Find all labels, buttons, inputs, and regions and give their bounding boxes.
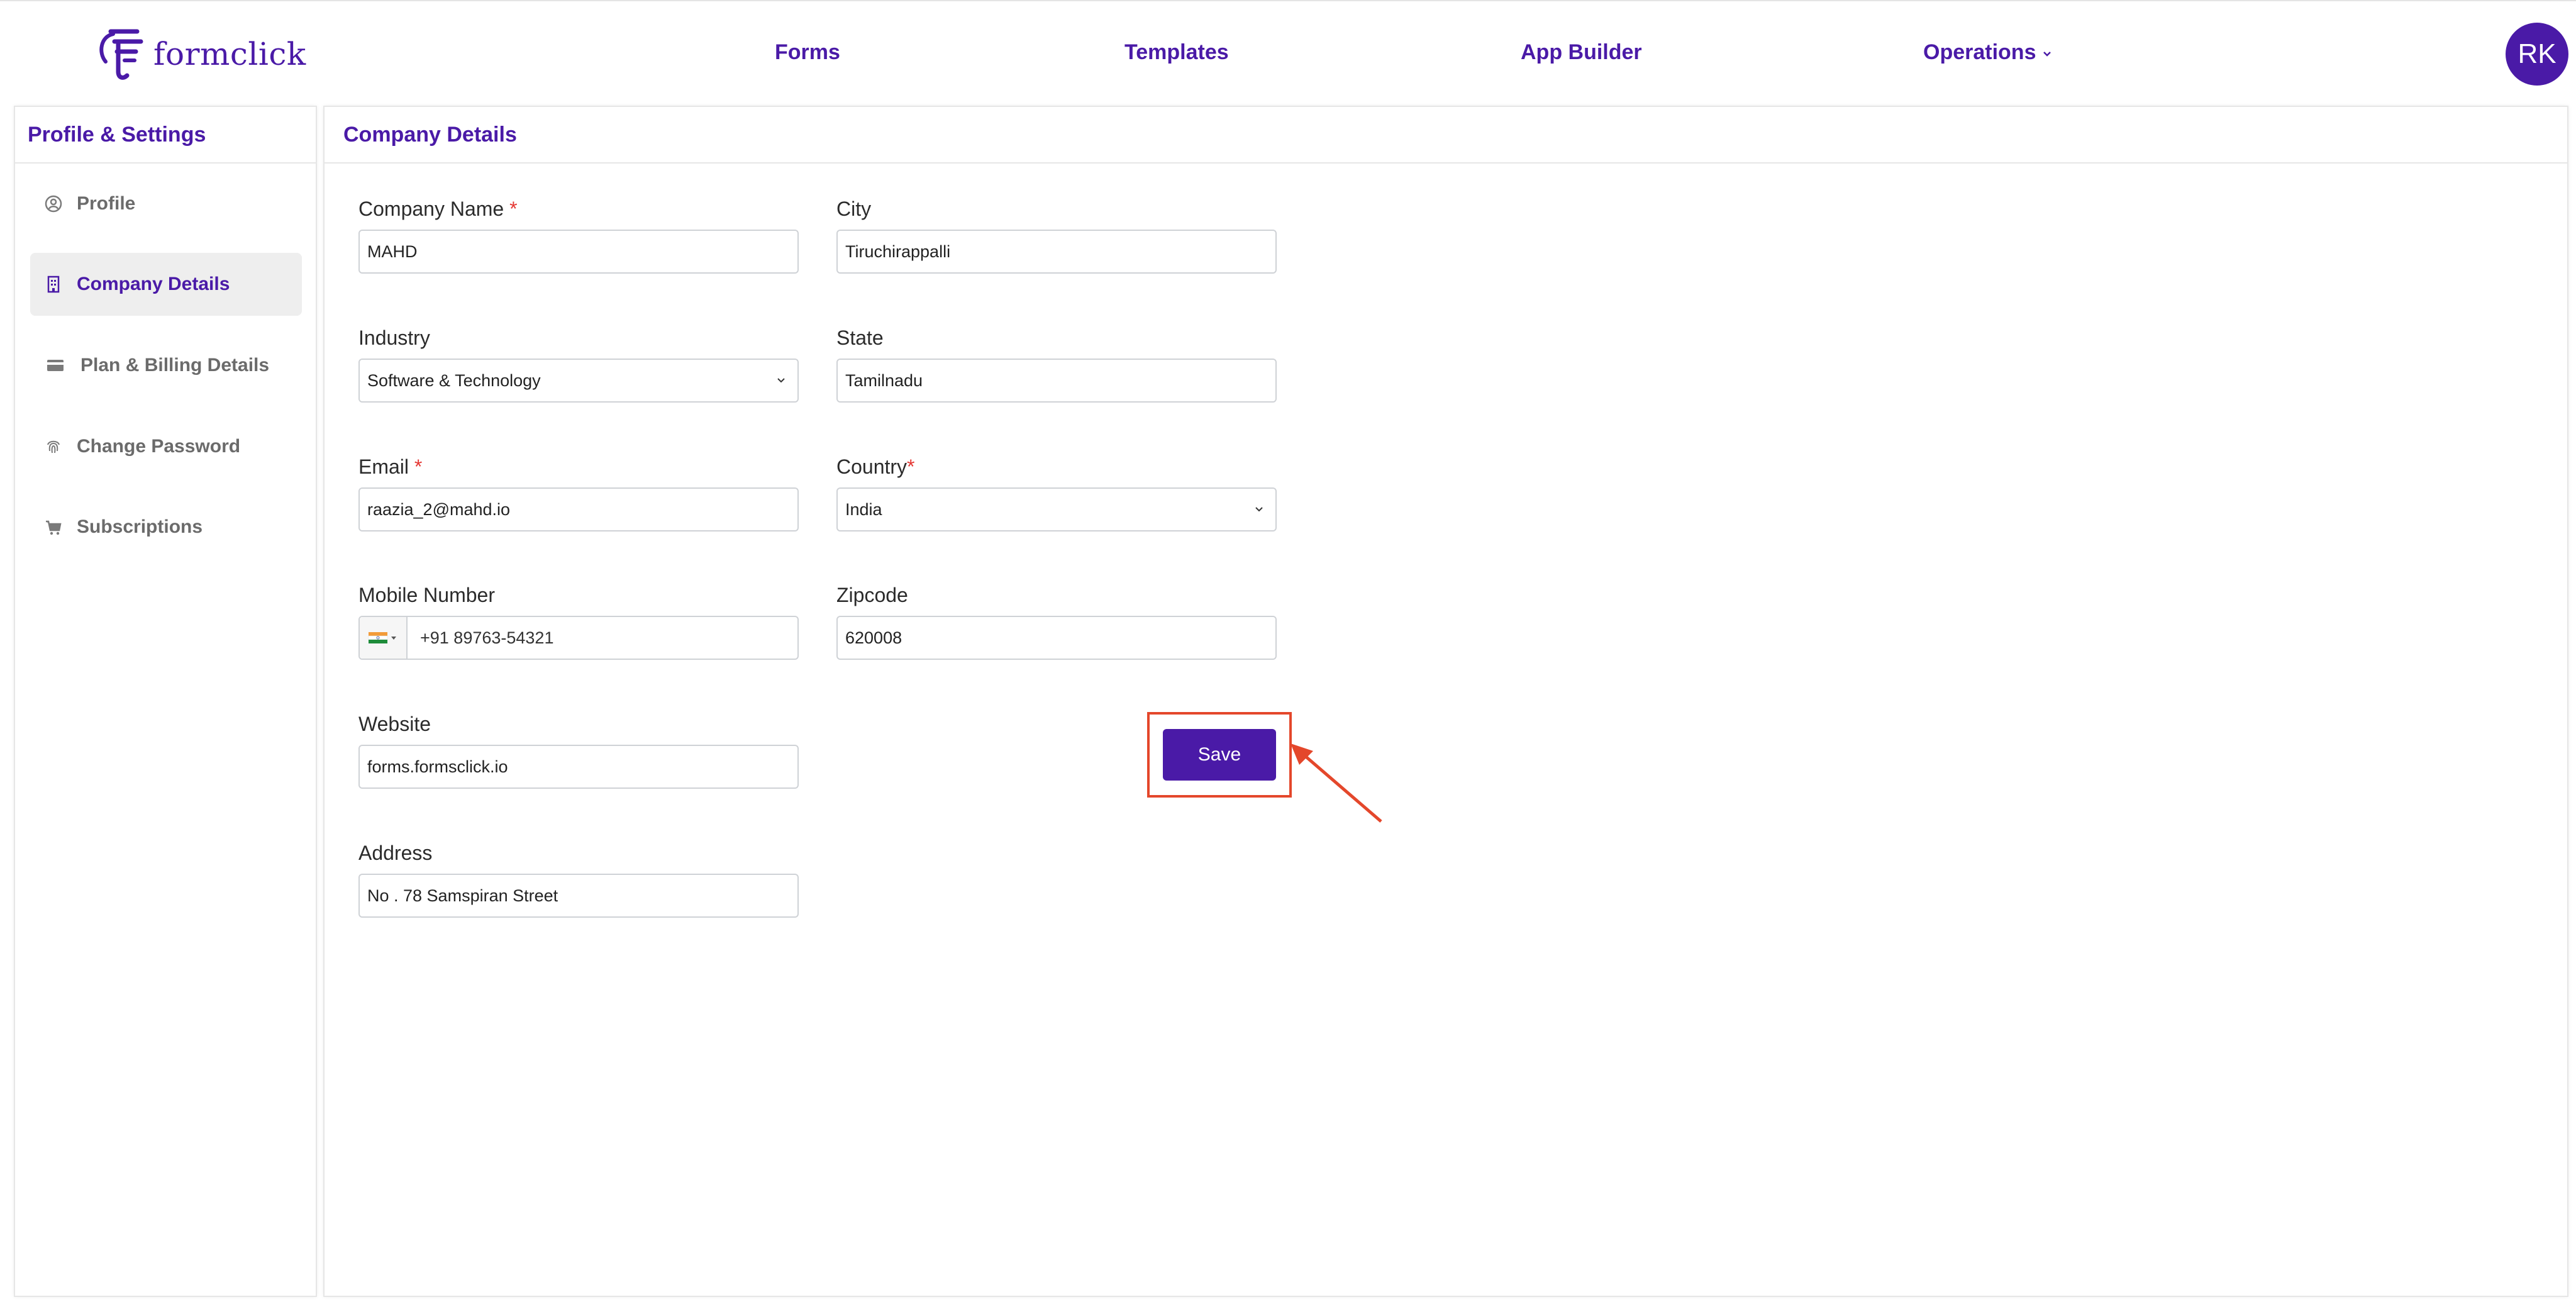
country-code-selector[interactable] [360, 617, 408, 659]
company-details-panel: Company Details Company Name * MAHD Indu… [323, 106, 2568, 1297]
company-name-field: Company Name * MAHD [358, 198, 799, 274]
formclick-logo[interactable]: formclick [96, 24, 306, 84]
website-input[interactable]: forms.formsclick.io [358, 745, 799, 789]
website-label: Website [358, 713, 431, 735]
sidebar-item-subscriptions[interactable]: Subscriptions [30, 496, 302, 559]
zipcode-field: Zipcode 620008 [836, 584, 1277, 660]
industry-value: Software & Technology [367, 370, 541, 390]
credit-card-icon [47, 360, 64, 371]
india-flag-icon [368, 632, 396, 643]
top-header: formclick Forms Templates App Builder Op… [0, 0, 2576, 104]
sidebar-title: Profile & Settings [15, 107, 316, 164]
industry-select[interactable]: Software & Technology [358, 359, 799, 403]
required-mark: * [907, 455, 915, 478]
fingerprint-icon [47, 440, 60, 453]
chevron-down-icon [777, 378, 785, 383]
state-label: State [836, 326, 884, 349]
industry-field: Industry Software & Technology [358, 326, 799, 403]
chevron-down-icon [1255, 507, 1263, 512]
address-input[interactable]: No . 78 Samspiran Street [358, 874, 799, 918]
city-label: City [836, 198, 872, 220]
required-mark: * [509, 198, 518, 220]
user-avatar[interactable]: RK [2506, 23, 2568, 86]
label-text: Country [836, 455, 908, 478]
sidebar-item-company-details[interactable]: Company Details [30, 253, 302, 316]
sidebar-item-label: Subscriptions [77, 516, 203, 537]
save-highlight-box: Save [1147, 712, 1292, 798]
zipcode-label: Zipcode [836, 584, 908, 606]
chevron-down-icon [2043, 51, 2051, 57]
pointer-arrow-icon [1291, 743, 1382, 823]
city-input[interactable]: Tiruchirappalli [836, 230, 1277, 274]
address-field: Address No . 78 Samspiran Street [358, 842, 799, 918]
email-label: Email * [358, 455, 799, 479]
mobile-number-field: Mobile Number +91 89763-54321 [358, 584, 799, 660]
address-label: Address [358, 842, 433, 864]
nav-app-builder[interactable]: App Builder [1521, 40, 1642, 65]
required-mark: * [414, 455, 423, 478]
sidebar-item-profile[interactable]: Profile [30, 172, 302, 235]
sidebar-item-label: Plan & Billing Details [80, 355, 270, 376]
user-circle-icon [45, 195, 62, 213]
sidebar-item-label: Profile [77, 193, 136, 214]
cart-icon [46, 520, 62, 535]
nav-forms[interactable]: Forms [775, 40, 840, 65]
mobile-number-input[interactable]: +91 89763-54321 [358, 616, 799, 660]
country-label: Country* [836, 455, 1277, 479]
country-value: India [845, 499, 882, 519]
mobile-number-label: Mobile Number [358, 584, 495, 606]
building-icon [47, 275, 60, 293]
company-name-input[interactable]: MAHD [358, 230, 799, 274]
nav-operations[interactable]: Operations [1923, 40, 2053, 65]
nav-operations-label: Operations [1923, 40, 2036, 64]
sidebar-item-label: Company Details [77, 274, 230, 294]
page-title: Company Details [325, 107, 2567, 164]
industry-label: Industry [358, 326, 430, 349]
formclick-logo-icon [99, 29, 143, 80]
email-input[interactable]: raazia_2@mahd.io [358, 487, 799, 531]
label-text: Company Name [358, 198, 504, 220]
mobile-number-value: +91 89763-54321 [420, 628, 554, 647]
website-field: Website forms.formsclick.io [358, 713, 799, 789]
sidebar-item-label: Change Password [77, 436, 241, 457]
zipcode-input[interactable]: 620008 [836, 616, 1277, 660]
email-field: Email * raazia_2@mahd.io [358, 455, 799, 531]
sidebar-item-plan-billing[interactable]: Plan & Billing Details [30, 334, 302, 397]
state-field: State Tamilnadu [836, 326, 1277, 403]
sidebar-item-change-password[interactable]: Change Password [30, 415, 302, 478]
state-input[interactable]: Tamilnadu [836, 359, 1277, 403]
city-field: City Tiruchirappalli [836, 198, 1277, 274]
save-button[interactable]: Save [1163, 729, 1276, 781]
country-select[interactable]: India [836, 487, 1277, 531]
brand-name: formclick [153, 36, 306, 72]
country-field: Country* India [836, 455, 1277, 531]
label-text: Email [358, 455, 409, 478]
nav-templates[interactable]: Templates [1124, 40, 1229, 65]
settings-sidebar: Profile & Settings Profile Company Detai… [14, 106, 317, 1297]
company-name-label: Company Name * [358, 198, 799, 221]
